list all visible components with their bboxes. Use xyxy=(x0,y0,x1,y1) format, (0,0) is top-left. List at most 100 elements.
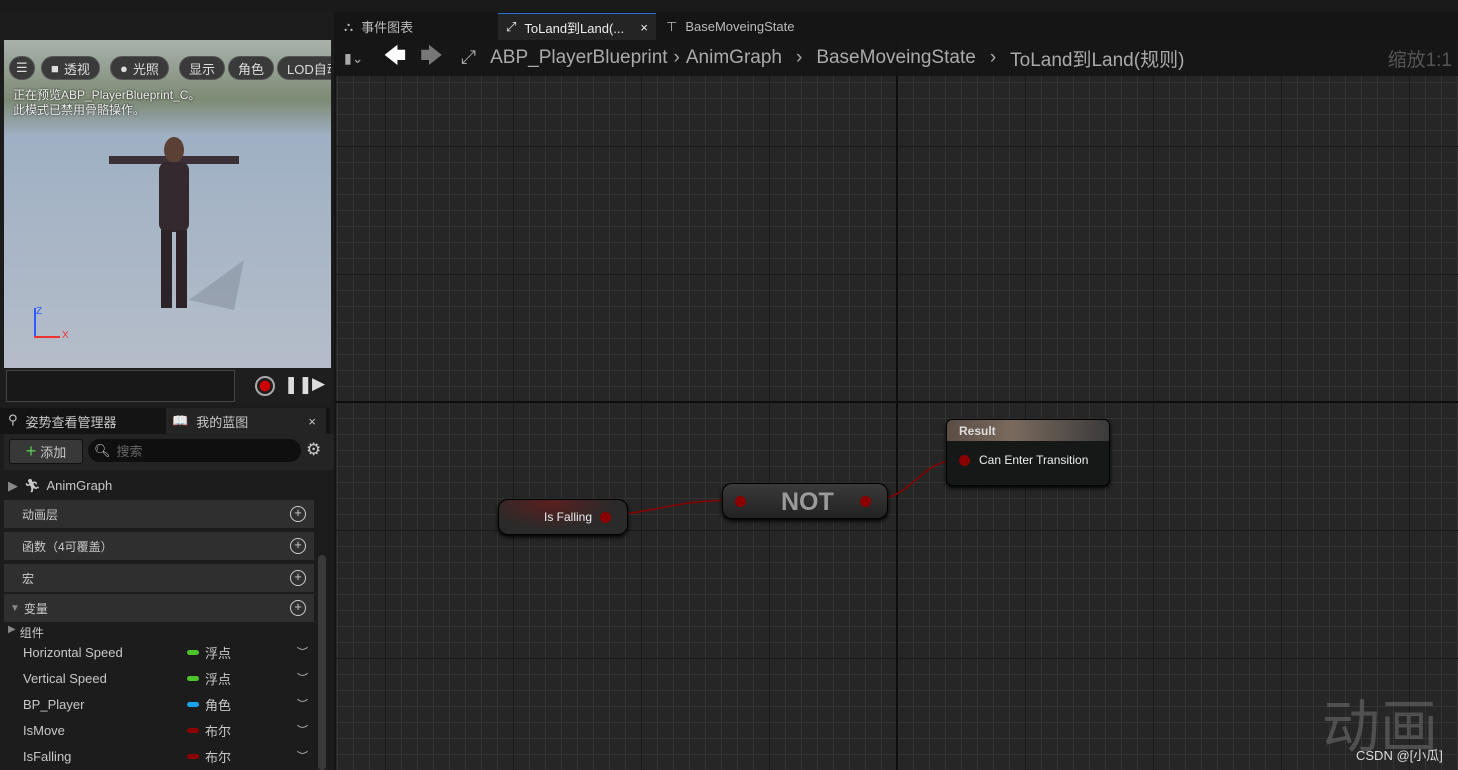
output-pin[interactable] xyxy=(600,512,611,523)
breadcrumb-item[interactable]: ToLand到Land(规则) xyxy=(1010,45,1184,72)
section-functions[interactable]: 函数（4可覆盖） + xyxy=(4,532,314,560)
show-button[interactable]: 显示 xyxy=(179,56,226,80)
tab-pose-watch[interactable]: ⚲ 姿势查看管理器 xyxy=(8,412,117,431)
eye-closed-icon[interactable]: ︶ xyxy=(297,722,308,738)
lighting-button[interactable]: ● 光照 xyxy=(110,56,169,80)
back-arrow-icon[interactable]: 🡄 xyxy=(383,39,406,77)
expand-arrow-icon: ▶ xyxy=(8,478,18,493)
tree-label: AnimGraph xyxy=(46,478,113,493)
output-pin[interactable] xyxy=(860,496,871,507)
pose-icon: ⚲ xyxy=(8,412,18,427)
editor-tabs: ⛬ 事件图表 ⤢ ToLand到Land(... × ⊤ BaseMoveingStat… xyxy=(336,12,1458,40)
menu-button[interactable]: ☰ xyxy=(9,56,35,80)
z-label: Z xyxy=(36,306,43,317)
is-falling-node[interactable]: Is Falling xyxy=(498,499,628,535)
type-pill-icon xyxy=(187,676,199,681)
gear-icon[interactable]: ⚙ xyxy=(306,440,321,460)
tab-label: BaseMoveingState xyxy=(685,19,795,34)
forward-arrow-icon[interactable]: 🡆 xyxy=(420,39,443,77)
perspective-button[interactable]: ■ 透视 xyxy=(41,56,100,80)
variable-name: Horizontal Speed xyxy=(23,644,123,660)
variable-type: 角色 xyxy=(205,697,232,713)
search-icon: 🔍︎ xyxy=(94,442,111,458)
variable-row[interactable]: IsMove 布尔 ︶ xyxy=(0,717,315,743)
add-label: 添加 xyxy=(40,445,67,460)
result-node[interactable]: Result Can Enter Transition xyxy=(946,419,1110,486)
character-button[interactable]: 角色 xyxy=(228,56,275,80)
not-node[interactable]: NOT xyxy=(722,483,888,519)
breadcrumb-item[interactable]: ABP_PlayerBlueprint xyxy=(490,47,667,69)
timeline-field[interactable] xyxy=(6,370,235,402)
variable-type: 布尔 xyxy=(205,723,232,739)
top-bar xyxy=(0,0,1458,12)
section-label: 宏 xyxy=(22,571,35,586)
node-label: NOT xyxy=(781,488,834,516)
label: LOD自动 xyxy=(287,61,331,77)
add-icon[interactable]: + xyxy=(290,538,306,554)
section-anim-layers[interactable]: 动画层 + xyxy=(4,500,314,528)
type-pill-icon xyxy=(187,650,199,655)
variable-row[interactable]: Vertical Speed 浮点 ︶ xyxy=(0,665,315,691)
section-variables[interactable]: ▼ 变量 + xyxy=(4,594,314,622)
sphere-icon: ● xyxy=(120,60,128,76)
zoom-level: 缩放1:1 xyxy=(1387,49,1452,71)
tab-my-blueprint[interactable]: 📖 我的蓝图 × xyxy=(166,408,326,434)
close-icon[interactable]: × xyxy=(640,20,648,35)
eye-closed-icon[interactable]: ︶ xyxy=(297,670,308,686)
x-label: X xyxy=(62,330,69,341)
variable-row[interactable]: BP_Player 角色 ︶ xyxy=(0,691,315,717)
section-label: 变量 xyxy=(23,601,48,616)
add-icon[interactable]: + xyxy=(290,506,306,522)
state-machine-icon: ⊤ xyxy=(666,18,678,34)
type-pill-icon xyxy=(187,702,199,707)
section-macros[interactable]: 宏 + xyxy=(4,564,314,592)
character-model xyxy=(109,137,244,310)
record-button[interactable] xyxy=(255,376,275,396)
add-button[interactable]: + 添加 xyxy=(9,439,83,464)
variable-type: 浮点 xyxy=(205,645,232,661)
add-icon[interactable]: + xyxy=(290,570,306,586)
input-pin[interactable] xyxy=(735,496,746,507)
pause-button[interactable]: ❚❚ xyxy=(284,375,313,395)
playback-bar: ❚❚ ▶ xyxy=(4,368,331,404)
search-input[interactable]: 🔍︎ 搜索 xyxy=(88,439,301,462)
type-pill-icon xyxy=(187,754,199,759)
preview-viewport[interactable]: ☰ ■透视 ●光照 显示 角色 LOD自动 正在预览ABP_PlayerBlue… xyxy=(4,40,331,368)
variable-name: Vertical Speed xyxy=(23,670,107,686)
variable-name: BP_Player xyxy=(23,696,85,712)
tab-label: 姿势查看管理器 xyxy=(25,415,117,430)
step-button[interactable]: ▶ xyxy=(312,374,325,394)
graph-icon: ⛬ xyxy=(344,18,354,34)
section-label: 函数（4可覆盖） xyxy=(22,539,113,554)
lod-button[interactable]: LOD自动 xyxy=(277,56,331,80)
eye-closed-icon[interactable]: ︶ xyxy=(297,696,308,712)
breadcrumb-item[interactable]: BaseMoveingState xyxy=(816,47,976,69)
variable-row[interactable]: Horizontal Speed 浮点 ︶ xyxy=(0,639,315,665)
tree-animgraph[interactable]: ▶ 🏃︎ AnimGraph xyxy=(8,478,112,494)
eye-closed-icon[interactable]: ︶ xyxy=(297,748,308,764)
add-icon[interactable]: + xyxy=(290,600,306,616)
tab-transition-rule[interactable]: ⤢ ToLand到Land(... × xyxy=(498,13,656,40)
tab-label: 我的蓝图 xyxy=(196,414,249,430)
variable-row[interactable]: IsFalling 布尔 ︶ xyxy=(0,743,315,769)
tab-event-graph[interactable]: ⛬ 事件图表 xyxy=(336,13,421,40)
pin-label: Can Enter Transition xyxy=(979,453,1089,467)
wires xyxy=(607,458,965,517)
breadcrumb-item[interactable]: AnimGraph xyxy=(686,47,782,69)
running-icon: 🏃︎ xyxy=(24,478,41,493)
bookmark-icon[interactable]: ▮⌄ xyxy=(344,50,363,67)
variable-name: IsMove xyxy=(23,722,65,738)
collapse-arrow-icon: ▼ xyxy=(10,602,20,614)
eye-closed-icon[interactable]: ︶ xyxy=(297,644,308,660)
scrollbar[interactable] xyxy=(318,555,326,770)
note-line: 正在预览ABP_PlayerBlueprint_C。 xyxy=(13,88,201,102)
node-label: Is Falling xyxy=(544,510,593,524)
credit-text: CSDN @[小瓜] xyxy=(1356,748,1443,763)
tab-state[interactable]: ⊤ BaseMoveingState xyxy=(658,13,802,40)
node-title: Result xyxy=(947,420,1109,441)
tab-label: ToLand到Land(... xyxy=(524,20,625,36)
close-icon[interactable]: × xyxy=(308,414,316,429)
graph-canvas[interactable]: Is Falling NOT Result Can Enter Transiti… xyxy=(336,40,1458,770)
type-pill-icon xyxy=(187,728,199,733)
input-pin[interactable] xyxy=(959,455,970,466)
